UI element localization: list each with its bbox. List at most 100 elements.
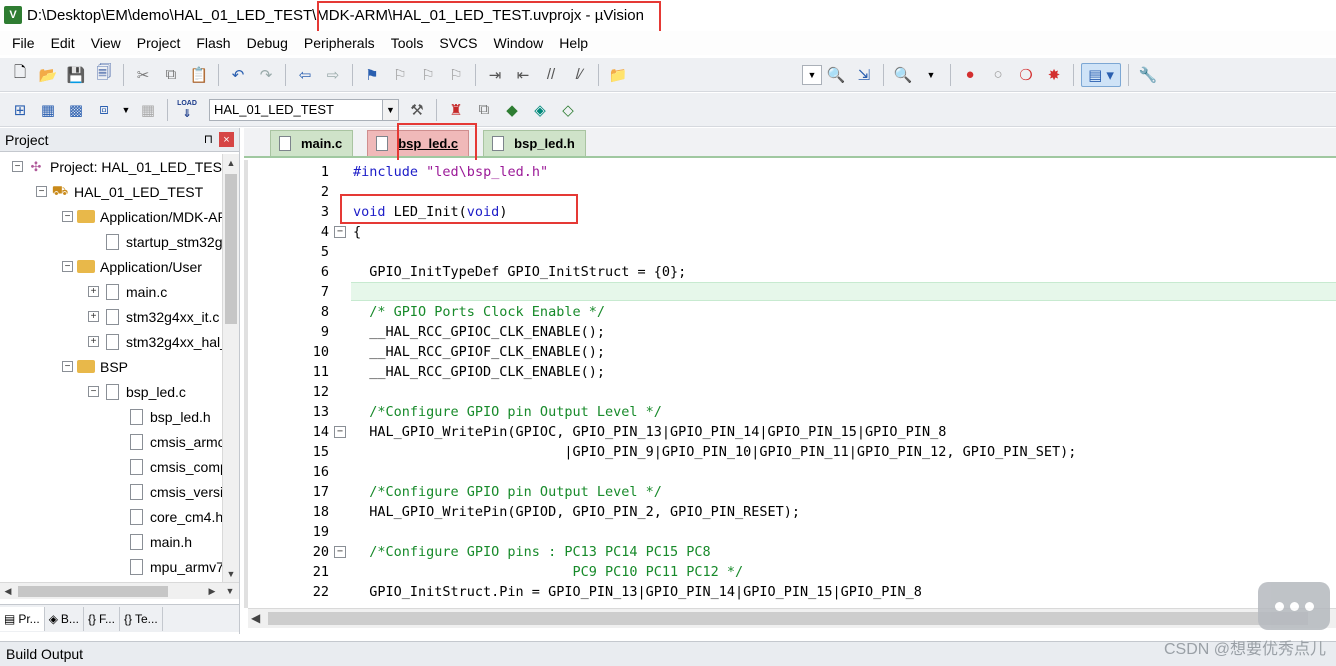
code-line[interactable]: 13 /*Configure GPIO pin Output Level */ xyxy=(248,402,1336,422)
code-line[interactable]: 17 /*Configure GPIO pin Output Level */ xyxy=(248,482,1336,502)
open-file-icon[interactable]: 📂 xyxy=(36,63,60,87)
save-all-icon[interactable]: 🗐 xyxy=(92,63,116,87)
chevron-down-icon[interactable]: ▼ xyxy=(382,99,398,120)
collapse-icon[interactable]: − xyxy=(88,386,99,397)
chat-bubble-icon[interactable] xyxy=(1258,582,1330,630)
scroll-right-icon[interactable]: ▶ xyxy=(204,583,220,599)
scroll-down-icon[interactable]: ▼ xyxy=(223,565,239,582)
code-line[interactable]: 14− HAL_GPIO_WritePin(GPIOC, GPIO_PIN_13… xyxy=(248,422,1336,442)
bookmark-prev-icon[interactable]: ⚐ xyxy=(388,63,412,87)
download-load-icon[interactable]: LOAD ⇓ xyxy=(175,98,199,122)
target-select[interactable]: HAL_01_LED_TEST ▼ xyxy=(209,98,399,121)
uncomment-icon[interactable]: /∕ xyxy=(567,63,591,87)
find-icon[interactable]: 🔍 xyxy=(824,63,848,87)
find-dropdown[interactable]: ▼ xyxy=(802,64,822,85)
tree-item[interactable]: + main.c xyxy=(0,279,222,304)
menu-tools[interactable]: Tools xyxy=(383,35,432,51)
navigate-back-icon[interactable]: ⇦ xyxy=(293,63,317,87)
comment-icon[interactable]: // xyxy=(539,63,563,87)
save-icon[interactable]: 💾 xyxy=(64,63,88,87)
paste-icon[interactable]: 📋 xyxy=(187,63,211,87)
code-line[interactable]: 6 GPIO_InitTypeDef GPIO_InitStruct = {0}… xyxy=(248,262,1336,282)
editor-tab[interactable]: bsp_led.c xyxy=(367,130,470,156)
build-output-bar[interactable]: Build Output xyxy=(0,641,1336,666)
expand-icon[interactable]: + xyxy=(88,336,99,347)
tree-item[interactable]: − bsp_led.c xyxy=(0,379,222,404)
expand-icon[interactable]: + xyxy=(88,311,99,322)
scroll-thumb[interactable] xyxy=(225,174,237,324)
menu-peripherals[interactable]: Peripherals xyxy=(296,35,383,51)
tree-item[interactable]: core_cm4.h xyxy=(0,504,222,529)
editor-tab[interactable]: bsp_led.h xyxy=(483,130,586,156)
scroll-left-icon[interactable]: ◀ xyxy=(0,583,16,599)
menu-window[interactable]: Window xyxy=(486,35,552,51)
code-line[interactable]: 4−{ xyxy=(248,222,1336,242)
find-in-files-icon[interactable]: 📁 xyxy=(606,63,630,87)
panel-tab[interactable]: {} F... xyxy=(84,606,120,631)
stop-build-icon[interactable]: ▦ xyxy=(136,98,160,122)
code-line[interactable]: 11 __HAL_RCC_GPIOD_CLK_ENABLE(); xyxy=(248,362,1336,382)
menu-debug[interactable]: Debug xyxy=(239,35,296,51)
window-layout-icon[interactable]: ▤ ▾ xyxy=(1081,62,1121,87)
tree-item[interactable]: − ✣ Project: HAL_01_LED_TEST xyxy=(0,154,222,179)
manage-project-items-icon[interactable]: ♜ xyxy=(444,98,468,122)
new-file-icon[interactable]: 🗋 xyxy=(8,63,32,87)
tree-item[interactable]: + stm32g4xx_hal_msp.c xyxy=(0,329,222,354)
code-line[interactable]: 18 HAL_GPIO_WritePin(GPIOD, GPIO_PIN_2, … xyxy=(248,502,1336,522)
copy-icon[interactable]: ⧉ xyxy=(159,63,183,87)
configure-icon[interactable]: 🔧 xyxy=(1136,63,1160,87)
bookmark-next-icon[interactable]: ⚐ xyxy=(416,63,440,87)
rebuild-icon[interactable]: ▩ xyxy=(64,98,88,122)
code-line[interactable]: 5 xyxy=(248,242,1336,262)
insert-breakpoint-icon[interactable]: ● xyxy=(958,63,982,87)
collapse-icon[interactable]: − xyxy=(62,211,73,222)
code-editor[interactable]: 1 #include "led\bsp_led.h" 2 3 void LED_Init… xyxy=(244,160,1336,608)
tree-item[interactable]: cmsis_version.h xyxy=(0,479,222,504)
target-options-icon[interactable]: ⚒ xyxy=(405,98,429,122)
menu-flash[interactable]: Flash xyxy=(188,35,238,51)
scroll-up-icon[interactable]: ▲ xyxy=(223,154,239,171)
menu-file[interactable]: File xyxy=(4,35,43,51)
translate-icon[interactable]: ⊞ xyxy=(8,98,32,122)
code-line[interactable]: 19 xyxy=(248,522,1336,542)
code-line[interactable]: 12 xyxy=(248,382,1336,402)
manage-rte-icon[interactable]: ◆ xyxy=(500,98,524,122)
collapse-icon[interactable]: − xyxy=(62,261,73,272)
tree-item[interactable]: startup_stm32g474xx.s xyxy=(0,229,222,254)
kill-all-breakpoints-icon[interactable]: ✸ xyxy=(1042,63,1066,87)
code-line[interactable]: 1 #include "led\bsp_led.h" xyxy=(248,162,1336,182)
collapse-icon[interactable]: − xyxy=(12,161,23,172)
menu-svcs[interactable]: SVCS xyxy=(431,35,485,51)
tree-item[interactable]: − Application/MDK-ARM xyxy=(0,204,222,229)
tree-item[interactable]: − ⛟ HAL_01_LED_TEST xyxy=(0,179,222,204)
pin-icon[interactable]: ⊓ xyxy=(204,132,213,146)
collapse-icon[interactable]: − xyxy=(62,361,73,372)
fold-collapse-icon[interactable]: − xyxy=(334,426,346,438)
menu-help[interactable]: Help xyxy=(551,35,596,51)
panel-tab[interactable]: ◈ B... xyxy=(45,606,84,631)
fold-collapse-icon[interactable]: − xyxy=(334,226,346,238)
project-tree-horizontal-scrollbar[interactable]: ◀ ▶ ▼ xyxy=(0,582,239,599)
code-line[interactable]: 8 /* GPIO Ports Clock Enable */ xyxy=(248,302,1336,322)
build-icon[interactable]: ▦ xyxy=(36,98,60,122)
code-line[interactable]: 22 GPIO_InitStruct.Pin = GPIO_PIN_13|GPI… xyxy=(248,582,1336,602)
tree-item[interactable]: cmsis_armcc.h xyxy=(0,429,222,454)
menu-edit[interactable]: Edit xyxy=(43,35,83,51)
debug-dropdown-icon[interactable]: ▼ xyxy=(919,63,943,87)
enable-breakpoint-icon[interactable]: ○ xyxy=(986,63,1010,87)
incremental-find-icon[interactable]: ⇲ xyxy=(852,63,876,87)
event-recorder-icon[interactable]: ◇ xyxy=(556,98,580,122)
code-line[interactable]: 3 void LED_Init(void) xyxy=(248,202,1336,222)
scroll-thumb[interactable] xyxy=(268,612,1308,625)
menu-view[interactable]: View xyxy=(83,35,129,51)
code-line[interactable]: 9 __HAL_RCC_GPIOC_CLK_ENABLE(); xyxy=(248,322,1336,342)
tree-item[interactable]: cmsis_compiler.h xyxy=(0,454,222,479)
panel-tab[interactable]: {} Te... xyxy=(120,606,163,631)
tree-item[interactable]: main.h xyxy=(0,529,222,554)
cut-icon[interactable]: ✂ xyxy=(131,63,155,87)
tree-item[interactable]: − BSP xyxy=(0,354,222,379)
batch-build-dropdown-icon[interactable]: ▼ xyxy=(120,98,132,122)
bookmark-toggle-icon[interactable]: ⚑ xyxy=(360,63,384,87)
code-line[interactable]: 15 |GPIO_PIN_9|GPIO_PIN_10|GPIO_PIN_11|G… xyxy=(248,442,1336,462)
disable-all-breakpoints-icon[interactable]: ❍ xyxy=(1014,63,1038,87)
